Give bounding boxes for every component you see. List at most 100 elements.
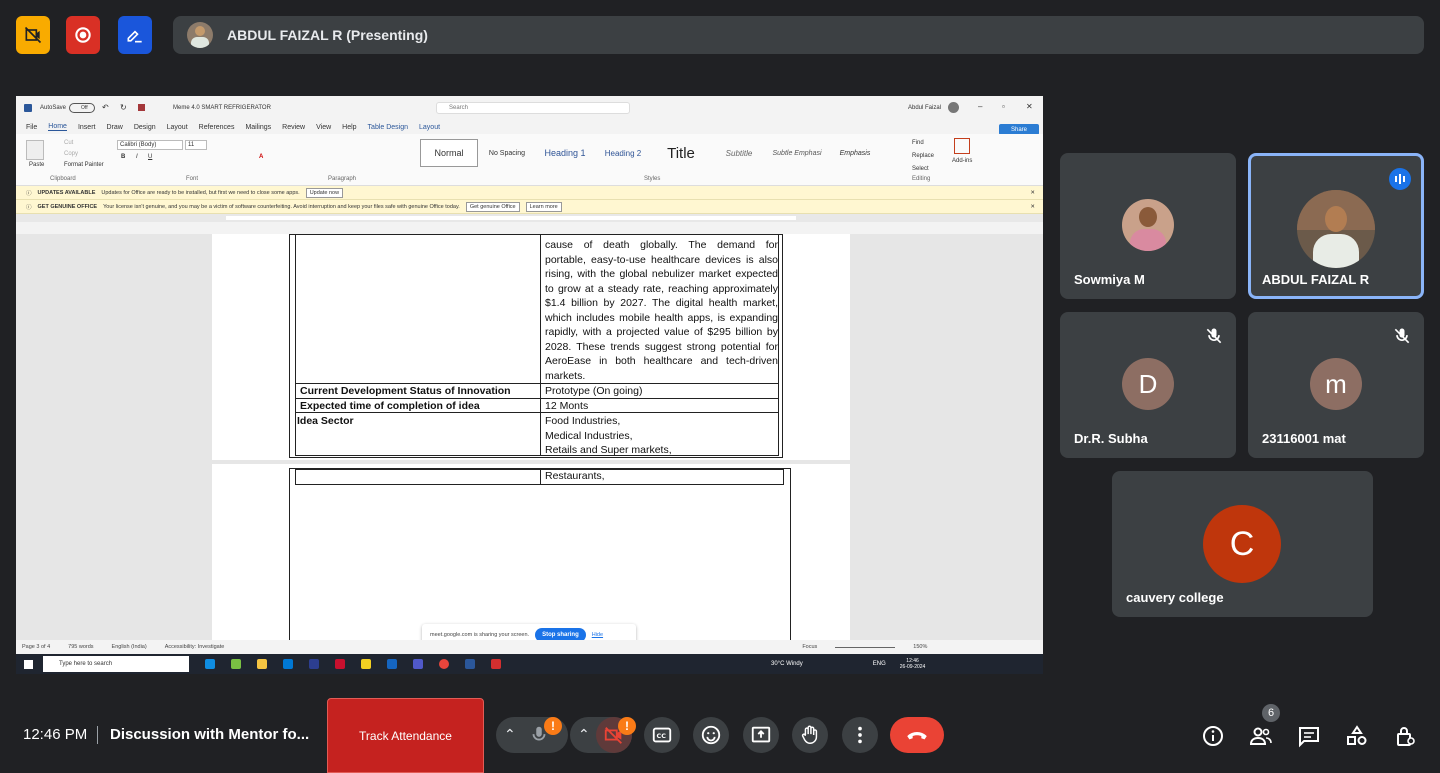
italic-button[interactable]: I (136, 154, 138, 160)
chat-icon[interactable] (1297, 724, 1321, 748)
focus-button[interactable]: Focus (802, 644, 817, 650)
zoom-level[interactable]: 150% (913, 644, 927, 650)
chrome-icon[interactable] (439, 659, 449, 669)
replace-button[interactable]: Replace (912, 153, 934, 159)
mail-icon[interactable] (283, 659, 293, 669)
document-page-2[interactable]: Restaurants, (212, 464, 850, 640)
font-color-button[interactable]: A (259, 154, 263, 160)
style-option[interactable]: Heading 2 (594, 149, 652, 158)
word-menu-item[interactable]: Help (342, 124, 356, 131)
save-icon[interactable] (138, 104, 145, 111)
select-button[interactable]: Select (912, 166, 929, 172)
style-option[interactable]: Subtitle (710, 149, 768, 158)
cut-button[interactable]: Cut (64, 140, 73, 146)
word-user-avatar[interactable] (948, 102, 959, 113)
participant-tile[interactable]: C cauvery college (1112, 471, 1373, 617)
word-menu-item[interactable]: File (26, 124, 37, 131)
close-notice-icon[interactable]: ✕ (1030, 190, 1035, 196)
word-menu-item[interactable]: Insert (78, 124, 96, 131)
captions-button[interactable]: CC (644, 717, 680, 753)
chevron-up-icon[interactable]: ⌃ (504, 726, 516, 743)
style-option[interactable]: Heading 1 (536, 148, 594, 158)
word-menu-item[interactable]: Layout (419, 124, 440, 131)
minimize-icon[interactable]: – (978, 102, 982, 111)
more-options-button[interactable] (842, 717, 878, 753)
word-search[interactable]: Search (436, 102, 630, 114)
word-menu-item[interactable]: Review (282, 124, 305, 131)
no-camera-button[interactable] (16, 16, 50, 54)
word-menu-item[interactable]: Draw (106, 124, 122, 131)
participant-tile[interactable]: D Dr.R. Subha (1060, 312, 1236, 458)
mcafee-icon[interactable] (335, 659, 345, 669)
undo-icon[interactable]: ↶ (102, 103, 109, 112)
format-painter-button[interactable]: Format Painter (64, 162, 104, 168)
learn-more-button[interactable]: Learn more (525, 201, 562, 212)
font-size-select[interactable]: 11 (185, 140, 207, 150)
emoji-button[interactable] (693, 717, 729, 753)
whiteboard-button[interactable] (118, 16, 152, 54)
style-option[interactable]: Subtle Emphasi (768, 150, 826, 157)
store-icon[interactable] (231, 659, 241, 669)
chevron-up-icon[interactable]: ⌃ (578, 726, 590, 743)
participant-tile[interactable]: m 23116001 mat (1248, 312, 1424, 458)
word-count[interactable]: 795 words (68, 644, 93, 650)
paste-button[interactable] (26, 140, 44, 160)
page-count[interactable]: Page 3 of 4 (22, 644, 50, 650)
meeting-info-icon[interactable] (1201, 724, 1225, 748)
style-option[interactable]: Emphasis (826, 150, 884, 157)
edge-icon[interactable] (205, 659, 215, 669)
get-genuine-button[interactable]: Get genuine Office (465, 201, 520, 212)
restore-icon[interactable]: ▫ (1002, 102, 1005, 111)
hide-button[interactable]: Hide (592, 632, 603, 638)
addins-icon[interactable] (954, 138, 970, 154)
track-attendance-button[interactable]: Track Attendance (327, 698, 484, 773)
present-button[interactable] (743, 717, 779, 753)
taskbar-search[interactable]: Type here to search (43, 656, 189, 672)
word-menu-item[interactable]: Home (48, 123, 67, 131)
document-area[interactable]: cause of death globally. The demand for p… (16, 234, 1043, 640)
presenter-bar[interactable]: ABDUL FAIZAL R (Presenting) (173, 16, 1424, 54)
underline-button[interactable]: U (148, 154, 152, 160)
find-button[interactable]: Find (912, 140, 924, 146)
app-l-icon[interactable] (309, 659, 319, 669)
explorer-icon[interactable] (257, 659, 267, 669)
ruler[interactable] (16, 214, 1043, 222)
close-icon[interactable]: ✕ (1026, 102, 1033, 111)
weather-status[interactable]: 30°C Windy (771, 661, 803, 667)
taskbar-clock[interactable]: 12:46 26-09-2024 (900, 658, 926, 670)
activities-icon[interactable] (1345, 724, 1369, 748)
zoom-slider[interactable] (835, 646, 896, 648)
participant-tile[interactable]: Sowmiya M (1060, 153, 1236, 299)
bold-button[interactable]: B (121, 154, 125, 160)
language-status[interactable]: English (India) (112, 644, 147, 650)
teams-icon[interactable] (413, 659, 423, 669)
word-menu-item[interactable]: References (199, 124, 235, 131)
accessibility-status[interactable]: Accessibility: Investigate (165, 644, 225, 650)
word-menu-item[interactable]: Table Design (368, 124, 408, 131)
document-page[interactable]: cause of death globally. The demand for p… (212, 234, 850, 460)
word-menu-item[interactable]: View (316, 124, 331, 131)
sticky-icon[interactable] (361, 659, 371, 669)
update-now-button[interactable]: Update now (305, 187, 344, 198)
host-controls-icon[interactable] (1393, 724, 1417, 748)
windows-start-icon[interactable] (24, 659, 33, 669)
style-option[interactable]: Normal (420, 139, 478, 167)
pdf-icon[interactable] (491, 659, 501, 669)
autosave-toggle[interactable]: Off (69, 103, 95, 113)
people-icon[interactable] (1249, 724, 1273, 748)
word-menu-item[interactable]: Design (134, 124, 156, 131)
word-menu-item[interactable]: Mailings (245, 124, 271, 131)
participant-tile-active[interactable]: ABDUL FAIZAL R (1248, 153, 1424, 299)
style-option[interactable]: Title (652, 145, 710, 162)
input-language[interactable]: ENG (873, 661, 886, 667)
redo-icon[interactable]: ↻ (120, 103, 127, 112)
app-c-icon[interactable] (387, 659, 397, 669)
meeting-title[interactable]: Discussion with Mentor fo... (110, 726, 309, 743)
leave-call-button[interactable] (890, 717, 944, 753)
font-name-select[interactable]: Calibri (Body) (117, 140, 183, 150)
style-option[interactable]: No Spacing (478, 150, 536, 157)
copy-button[interactable]: Copy (64, 151, 78, 157)
word-menu-item[interactable]: Layout (167, 124, 188, 131)
close-notice-icon[interactable]: ✕ (1030, 204, 1035, 210)
record-button[interactable] (66, 16, 100, 54)
